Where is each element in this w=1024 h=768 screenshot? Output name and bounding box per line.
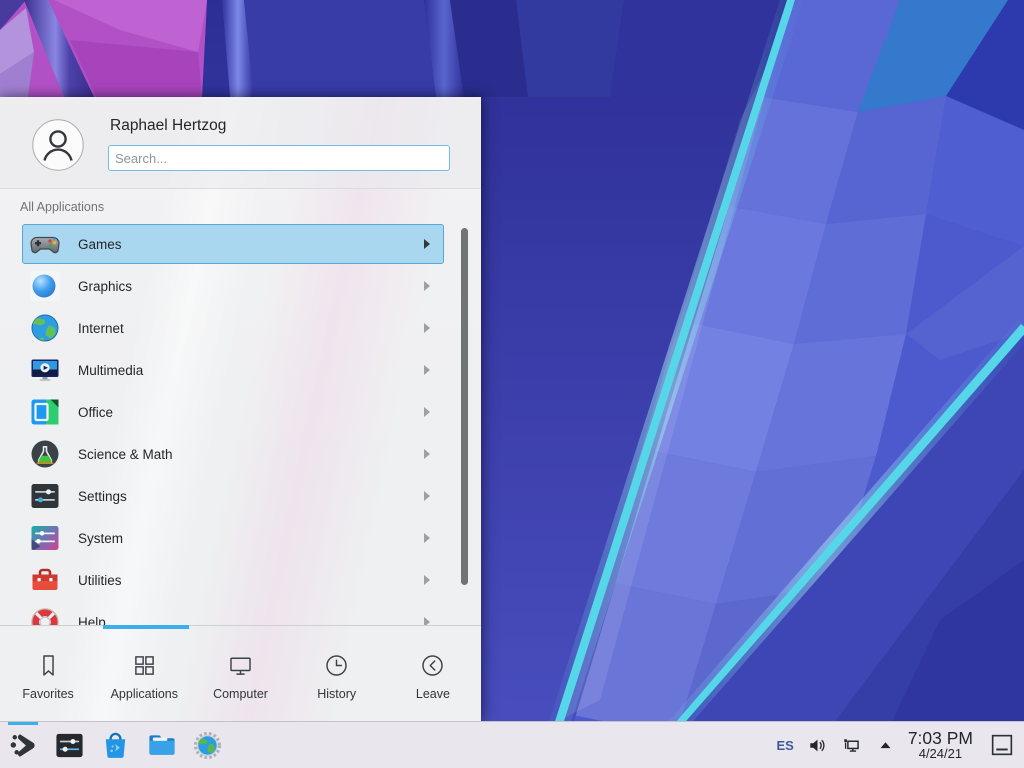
- submenu-arrow-icon: [423, 406, 431, 418]
- category-list: Games Graphics Internet Multimedia Office Sci…: [0, 222, 481, 625]
- category-help[interactable]: Help: [22, 602, 444, 625]
- caret-up-icon[interactable]: [875, 735, 896, 756]
- tab-favorites[interactable]: Favorites: [0, 626, 96, 722]
- tab-label: History: [317, 687, 356, 701]
- launcher-header: Raphael Hertzog: [0, 97, 481, 189]
- network-icon[interactable]: [841, 735, 862, 756]
- taskbar-panel: ES 7:03 PM 4/24/21: [0, 721, 1024, 768]
- history-clock-icon: [322, 651, 351, 680]
- user-avatar-icon[interactable]: [32, 119, 84, 171]
- category-label: Internet: [78, 321, 124, 336]
- tab-label: Computer: [213, 687, 268, 701]
- submenu-arrow-icon: [423, 532, 431, 544]
- discover-button[interactable]: [92, 722, 138, 768]
- discover-icon: [100, 730, 131, 761]
- wallpaper-facets-magenta: [0, 0, 207, 97]
- submenu-arrow-icon: [423, 238, 431, 250]
- system-settings-icon: [54, 730, 85, 761]
- category-graphics[interactable]: Graphics: [22, 266, 444, 306]
- office-icon: [29, 396, 61, 428]
- system-icon: [29, 522, 61, 554]
- submenu-arrow-icon: [423, 616, 431, 625]
- tab-label: Leave: [416, 687, 450, 701]
- system-tray: ES: [776, 735, 895, 756]
- category-settings[interactable]: Settings: [22, 476, 444, 516]
- gamepad-icon: [29, 228, 61, 260]
- category-science-math[interactable]: Science & Math: [22, 434, 444, 474]
- multimedia-icon: [29, 354, 61, 386]
- tab-applications[interactable]: Applications: [96, 626, 192, 722]
- web-browser-icon: [192, 730, 223, 761]
- category-label: Utilities: [78, 573, 122, 588]
- application-launcher-button[interactable]: [0, 722, 46, 768]
- wallpaper-facets-top-strip: [222, 0, 791, 97]
- category-games[interactable]: Games: [22, 224, 444, 264]
- clock-date: 4/24/21: [908, 747, 973, 761]
- tab-label: Applications: [111, 687, 178, 701]
- show-desktop-button[interactable]: [989, 732, 1015, 758]
- clock-time: 7:03 PM: [908, 729, 973, 747]
- tab-label: Favorites: [22, 687, 73, 701]
- launcher-footer-tabs: Favorites Applications Computer History Leav…: [0, 625, 481, 722]
- submenu-arrow-icon: [423, 280, 431, 292]
- kde-launcher-icon: [8, 730, 39, 761]
- science-icon: [29, 438, 61, 470]
- graphics-ball-icon: [29, 270, 61, 302]
- file-manager-icon: [146, 730, 177, 761]
- category-label: Games: [78, 237, 122, 252]
- tab-leave[interactable]: Leave: [385, 626, 481, 722]
- category-label: Multimedia: [78, 363, 143, 378]
- globe-icon: [29, 312, 61, 344]
- category-label: Office: [78, 405, 113, 420]
- file-manager-button[interactable]: [138, 722, 184, 768]
- category-label: Science & Math: [78, 447, 173, 462]
- active-task-indicator: [8, 722, 38, 725]
- scrollbar-thumb[interactable]: [461, 228, 468, 585]
- submenu-arrow-icon: [423, 322, 431, 334]
- submenu-arrow-icon: [423, 448, 431, 460]
- web-browser-button[interactable]: [184, 722, 230, 768]
- category-label: Graphics: [78, 279, 132, 294]
- digital-clock[interactable]: 7:03 PM 4/24/21: [908, 729, 973, 761]
- category-label: System: [78, 531, 123, 546]
- show-desktop-icon: [989, 732, 1015, 758]
- keyboard-layout-indicator[interactable]: ES: [776, 738, 793, 753]
- tab-computer[interactable]: Computer: [192, 626, 288, 722]
- search-input[interactable]: [108, 145, 450, 171]
- tab-history[interactable]: History: [289, 626, 385, 722]
- submenu-arrow-icon: [423, 364, 431, 376]
- category-system[interactable]: System: [22, 518, 444, 558]
- volume-icon[interactable]: [807, 735, 828, 756]
- utilities-icon: [29, 564, 61, 596]
- system-settings-button[interactable]: [46, 722, 92, 768]
- help-icon: [29, 606, 61, 625]
- application-launcher-menu: Raphael Hertzog All Applications Games Gr…: [0, 97, 481, 722]
- applications-grid-icon: [130, 651, 159, 680]
- bookmark-icon: [34, 651, 63, 680]
- user-name: Raphael Hertzog: [110, 117, 226, 135]
- submenu-arrow-icon: [423, 490, 431, 502]
- category-utilities[interactable]: Utilities: [22, 560, 444, 600]
- leave-icon: [418, 651, 447, 680]
- section-label: All Applications: [20, 200, 104, 214]
- category-label: Help: [78, 615, 106, 626]
- category-multimedia[interactable]: Multimedia: [22, 350, 444, 390]
- category-internet[interactable]: Internet: [22, 308, 444, 348]
- settings-icon: [29, 480, 61, 512]
- category-label: Settings: [78, 489, 127, 504]
- computer-icon: [226, 651, 255, 680]
- submenu-arrow-icon: [423, 574, 431, 586]
- active-tab-indicator: [103, 625, 189, 629]
- category-office[interactable]: Office: [22, 392, 444, 432]
